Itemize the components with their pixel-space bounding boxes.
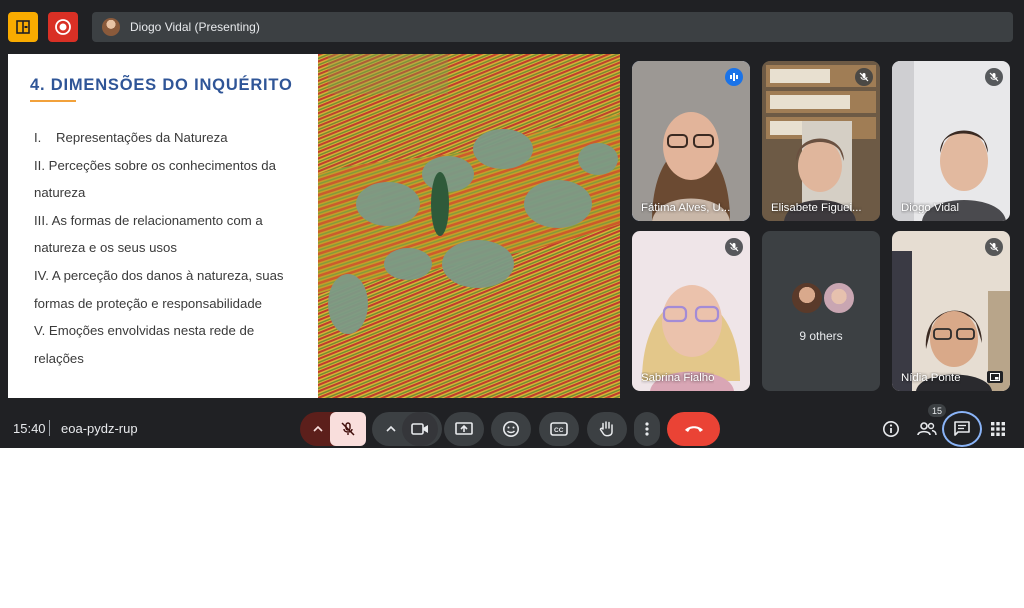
- list-item: I. Representações da Natureza: [34, 130, 228, 145]
- list-item: IV. A perceção dos danos à natureza, sua…: [34, 267, 284, 283]
- meeting-window: Diogo Vidal (Presenting) 4. DIMENSÕES DO…: [0, 0, 1024, 448]
- svg-text:CC: CC: [554, 427, 564, 434]
- participant-tile[interactable]: Elisabete Figuei...: [762, 61, 880, 221]
- leave-call-button[interactable]: [667, 412, 720, 446]
- list-item: natureza: [34, 185, 86, 201]
- activities-button[interactable]: [978, 412, 1018, 446]
- others-label: 9 others: [799, 329, 843, 343]
- hang-up-icon: [684, 426, 703, 432]
- chat-icon: [954, 421, 970, 436]
- chevron-up-icon: [313, 425, 323, 432]
- apps-grid-icon: [991, 422, 1005, 436]
- raise-hand-button[interactable]: [587, 412, 627, 446]
- presenter-banner: Diogo Vidal (Presenting): [92, 12, 1013, 42]
- presentation-slide: 4. DIMENSÕES DO INQUÉRITO I. Representaç…: [8, 54, 620, 398]
- list-item: natureza e os seus usos: [34, 240, 177, 256]
- mic-off-icon: [341, 422, 355, 436]
- people-icon: [917, 422, 937, 436]
- video-camera-icon: [411, 423, 428, 435]
- meeting-code: eoa-pydz-rup: [61, 421, 138, 436]
- participant-name: Nídia Ponte: [901, 372, 961, 384]
- list-item: relações: [34, 350, 84, 366]
- vineyard-photo: [318, 54, 620, 398]
- hand-icon: [599, 421, 613, 437]
- camera-button[interactable]: [402, 412, 438, 446]
- divider: [49, 420, 50, 436]
- chat-button[interactable]: [942, 411, 982, 447]
- mic-off-icon: [985, 68, 1003, 86]
- emoji-icon: [503, 421, 519, 437]
- participant-tile[interactable]: Fátima Alves, U...: [632, 61, 750, 221]
- slide-list: I. Representações da Natureza II. Perceç…: [34, 124, 316, 372]
- list-item: II. Perceções sobre os conhecimentos da: [34, 157, 276, 173]
- participant-tile[interactable]: Nídia Ponte: [892, 231, 1010, 391]
- mic-off-icon: [985, 238, 1003, 256]
- present-screen-button[interactable]: [444, 412, 484, 446]
- participant-name: Elisabete Figuei...: [771, 202, 862, 214]
- participant-count-badge: 15: [928, 404, 946, 417]
- mic-off-icon: [855, 68, 873, 86]
- avatar: [822, 281, 856, 315]
- info-icon: [883, 421, 899, 437]
- participant-tile[interactable]: Diogo Vidal: [892, 61, 1010, 221]
- camera-options-button[interactable]: [380, 412, 402, 446]
- more-vert-icon: [645, 422, 649, 436]
- captions-icon: CC: [550, 422, 568, 436]
- panel-icon[interactable]: [8, 12, 38, 42]
- meeting-time: 15:40: [13, 421, 46, 436]
- meeting-details-button[interactable]: [871, 412, 911, 446]
- microphone-off-button[interactable]: [330, 412, 366, 446]
- picture-in-picture-icon[interactable]: [987, 371, 1003, 383]
- record-icon[interactable]: [48, 12, 78, 42]
- avatar: [790, 281, 824, 315]
- participant-name: Diogo Vidal: [901, 202, 960, 214]
- people-button[interactable]: [907, 412, 947, 446]
- participant-tile[interactable]: Sabrina Fialho: [632, 231, 750, 391]
- present-icon: [455, 422, 473, 435]
- reactions-button[interactable]: [491, 412, 531, 446]
- mic-off-icon: [725, 238, 743, 256]
- title-underline: [30, 100, 76, 102]
- more-options-button[interactable]: [634, 412, 660, 446]
- presenter-label: Diogo Vidal (Presenting): [130, 20, 260, 34]
- slide-text-panel: 4. DIMENSÕES DO INQUÉRITO I. Representaç…: [8, 54, 318, 398]
- slide-title: 4. DIMENSÕES DO INQUÉRITO: [30, 76, 293, 94]
- participant-name: Sabrina Fialho: [641, 372, 715, 384]
- list-item: III. As formas de relacionamento com a: [34, 212, 263, 228]
- list-item: formas de proteção e responsabilidade: [34, 295, 262, 311]
- captions-button[interactable]: CC: [539, 412, 579, 446]
- list-item: V. Emoções envolvidas nesta rede de: [34, 323, 255, 339]
- avatar: [102, 18, 120, 36]
- participant-name: Fátima Alves, U...: [641, 202, 731, 214]
- speaking-indicator-icon: [725, 68, 743, 86]
- chevron-up-icon: [386, 425, 396, 432]
- others-tile[interactable]: 9 others: [762, 231, 880, 391]
